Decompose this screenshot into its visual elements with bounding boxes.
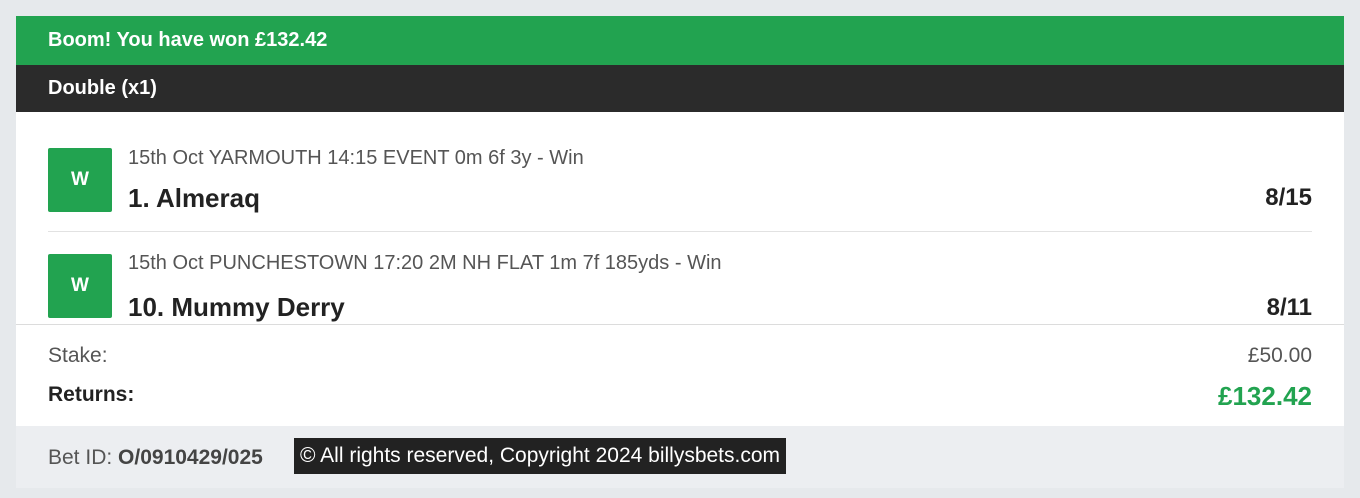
bet-receipt-card: Boom! You have won £132.42 Double (x1) W… [16,16,1344,488]
returns-value: £132.42 [1218,381,1312,411]
win-banner: Boom! You have won £132.42 [16,16,1344,65]
stake-value: £50.00 [1247,344,1312,367]
bet-type-header: Double (x1) [16,65,1344,112]
win-result-badge: W [48,254,112,318]
copyright-watermark: © All rights reserved, Copyright 2024 bi… [294,438,787,474]
event-details: 15th Oct PUNCHESTOWN 17:20 2M NH FLAT 1m… [128,252,722,274]
bet-type-label: Double (x1) [48,77,157,99]
returns-label: Returns: [48,383,135,406]
summary-divider [16,324,1344,325]
selection-odds: 8/11 [1266,294,1312,321]
selection-odds: 8/15 [1265,184,1312,211]
event-details: 15th Oct YARMOUTH 14:15 EVENT 0m 6f 3y -… [128,147,584,169]
runner-name: 1. Almeraq [128,183,260,213]
runner-name: 10. Mummy Derry [128,292,345,322]
receipt-footer: Bet ID: O/0910429/025 © All rights reser… [16,426,1344,488]
win-message: Boom! You have won £132.42 [48,29,328,51]
win-result-badge: W [48,148,112,212]
stake-label: Stake: [48,344,108,367]
bet-id: Bet ID: O/0910429/025 [48,446,263,470]
bet-id-value: O/0910429/025 [118,446,263,469]
bet-id-label: Bet ID: [48,446,113,469]
selection-row: W 15th Oct PUNCHESTOWN 17:20 2M NH FLAT … [48,232,1312,336]
selection-row: W 15th Oct YARMOUTH 14:15 EVENT 0m 6f 3y… [48,128,1312,232]
